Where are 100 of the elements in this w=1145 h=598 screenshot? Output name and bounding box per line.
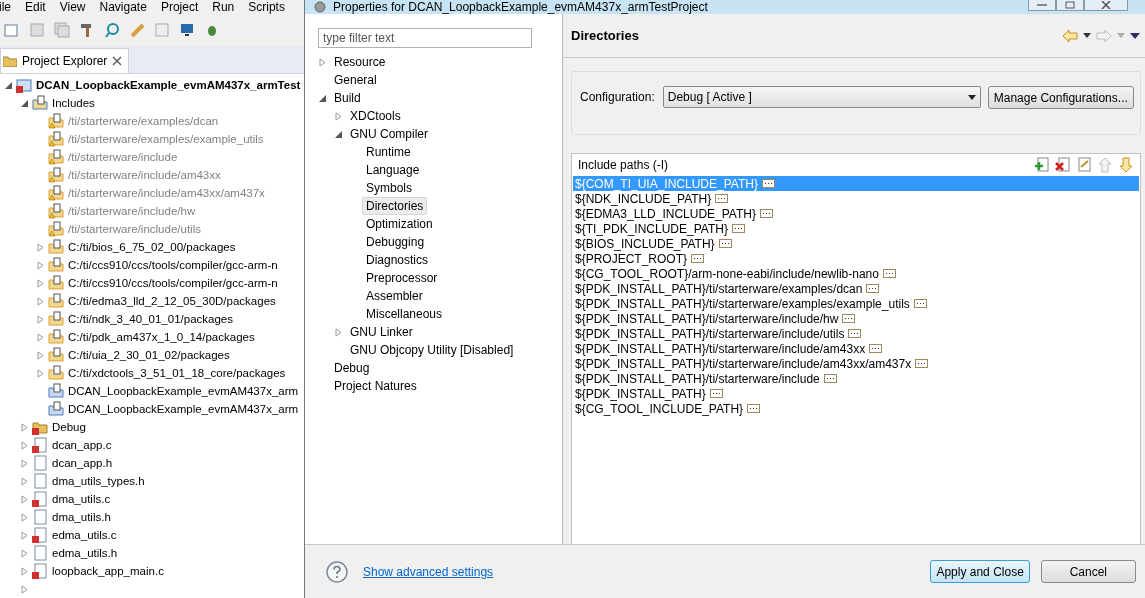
tree-item[interactable]: GNU Objcopy Utility [Disabled]: [346, 341, 518, 359]
include-path-item[interactable]: ${PDK_INSTALL_PATH}/ti/starterware/include/am43xx/am437x: [573, 356, 1139, 371]
tree-item[interactable]: Miscellaneous: [362, 305, 447, 323]
tree-item[interactable]: XDCtools: [346, 107, 405, 125]
apply-and-close-button[interactable]: Apply and Close: [930, 560, 1030, 583]
ellipsis-icon[interactable]: [731, 224, 745, 233]
tree-item[interactable]: /ti/starterware/include: [68, 151, 178, 163]
collapsed-arrow-icon[interactable]: [20, 530, 29, 540]
project-explorer-tab[interactable]: Project Explorer: [0, 48, 130, 73]
tree-item[interactable]: Resource: [330, 53, 390, 71]
tree-item[interactable]: dcan_app.c: [52, 439, 112, 451]
add-icon[interactable]: [1033, 157, 1050, 173]
tree-item[interactable]: edma_utils.c: [52, 529, 117, 541]
tree-item[interactable]: Includes: [52, 97, 95, 109]
tree-item[interactable]: Debug: [330, 359, 374, 377]
ellipsis-icon[interactable]: [915, 359, 929, 368]
ellipsis-icon[interactable]: [869, 344, 883, 353]
include-path-item[interactable]: ${PDK_INSTALL_PATH}/ti/starterware/include/am43xx: [573, 341, 1139, 356]
include-path-item[interactable]: ${EDMA3_LLD_INCLUDE_PATH}: [573, 206, 1139, 221]
ellipsis-icon[interactable]: [882, 269, 896, 278]
include-path-item[interactable]: ${PDK_INSTALL_PATH}/ti/starterware/include: [573, 371, 1139, 386]
collapsed-arrow-icon[interactable]: [36, 296, 45, 306]
delete-icon[interactable]: [1054, 157, 1071, 173]
tree-item[interactable]: Runtime: [362, 143, 415, 161]
menu-item[interactable]: Run: [212, 0, 235, 15]
tree-item[interactable]: C:/ti/bios_6_75_02_00/packages: [68, 241, 236, 253]
ellipsis-icon[interactable]: [718, 239, 732, 248]
ellipsis-icon[interactable]: [747, 404, 761, 413]
tree-item[interactable]: dma_utils.c: [52, 493, 111, 505]
collapsed-arrow-icon[interactable]: [36, 260, 45, 270]
ellipsis-icon[interactable]: [848, 329, 862, 338]
expanded-arrow-icon[interactable]: [4, 80, 13, 90]
tree-item[interactable]: C:/ti/ccs910/ccs/tools/compiler/gcc-arm-n: [68, 259, 278, 271]
tree-item[interactable]: Directories: [362, 197, 428, 215]
collapsed-arrow-icon[interactable]: [20, 512, 29, 522]
collapsed-arrow-icon[interactable]: [36, 314, 45, 324]
collapsed-arrow-icon[interactable]: [334, 111, 343, 121]
ellipsis-icon[interactable]: [866, 284, 880, 293]
monitor-icon[interactable]: [179, 22, 195, 39]
collapsed-arrow-icon[interactable]: [20, 476, 29, 486]
menu-item[interactable]: ile: [0, 0, 11, 15]
collapsed-arrow-icon[interactable]: [20, 566, 29, 576]
ellipsis-icon[interactable]: [842, 314, 856, 323]
cancel-button[interactable]: Cancel: [1040, 560, 1136, 583]
collapsed-arrow-icon[interactable]: [36, 350, 45, 360]
menu-item[interactable]: Scripts: [248, 0, 285, 15]
tree-item[interactable]: Language: [362, 161, 424, 179]
menu-item[interactable]: Edit: [25, 0, 46, 15]
include-path-item[interactable]: ${BIOS_INCLUDE_PATH}: [573, 236, 1139, 251]
collapsed-arrow-icon[interactable]: [20, 494, 29, 504]
move-down-icon[interactable]: [1117, 157, 1134, 173]
tree-item[interactable]: General: [330, 71, 381, 89]
tree-item[interactable]: /ti/starterware/examples/dcan: [68, 115, 219, 127]
dropdown-arrow-icon[interactable]: [967, 94, 976, 100]
tree-item[interactable]: C:/ti/edma3_lld_2_12_05_30D/packages: [68, 295, 276, 307]
menu-item[interactable]: Project: [160, 0, 199, 15]
ellipsis-icon[interactable]: [913, 299, 927, 308]
tree-item[interactable]: GNU Compiler: [346, 125, 432, 143]
ellipsis-icon[interactable]: [691, 254, 705, 263]
tree-item[interactable]: Optimization: [362, 215, 437, 233]
ellipsis-icon[interactable]: [761, 179, 775, 188]
collapsed-arrow-icon[interactable]: [318, 57, 327, 67]
edit-icon[interactable]: [1075, 157, 1092, 173]
close-icon[interactable]: [112, 56, 123, 66]
expanded-arrow-icon[interactable]: [334, 129, 343, 139]
include-path-item[interactable]: ${PDK_INSTALL_PATH}/ti/starterware/examples/dcan: [573, 281, 1139, 296]
tree-item[interactable]: C:/ti/ndk_3_40_01_01/packages: [68, 313, 233, 325]
collapsed-arrow-icon[interactable]: [20, 422, 29, 432]
tree-item[interactable]: dma_utils_types.h: [52, 475, 145, 487]
include-path-item[interactable]: ${PDK_INSTALL_PATH}/ti/starterware/examples/example_utils: [573, 296, 1139, 311]
configuration-dropdown[interactable]: Debug [ Active ]: [662, 86, 981, 108]
show-advanced-settings-link[interactable]: Show advanced settings: [363, 564, 494, 579]
tree-item[interactable]: Assembler: [362, 287, 427, 305]
tree-item[interactable]: Symbols: [362, 179, 416, 197]
tree-item[interactable]: /ti/starterware/include/hw: [68, 205, 196, 217]
collapsed-arrow-icon[interactable]: [20, 584, 29, 594]
tree-item[interactable]: /ti/starterware/examples/example_utils: [68, 133, 264, 145]
include-path-item[interactable]: ${PDK_INSTALL_PATH}/ti/starterware/include/utils: [573, 326, 1139, 341]
tree-item[interactable]: DCAN_LoopbackExample_evmAM437x_arm: [68, 385, 299, 397]
tree-item[interactable]: /ti/starterware/include/am43xx/am437x: [68, 187, 265, 199]
help-icon[interactable]: [326, 560, 348, 583]
menu-item[interactable]: View: [59, 0, 86, 15]
filter-field[interactable]: type filter text: [318, 28, 532, 48]
dropdown-icon[interactable]: [1082, 33, 1091, 38]
include-path-item[interactable]: ${PDK_INSTALL_PATH}/ti/starterware/include/hw: [573, 311, 1139, 326]
tree-item[interactable]: Project Natures: [330, 377, 421, 395]
ellipsis-icon[interactable]: [759, 209, 773, 218]
tree-item[interactable]: dma_utils.h: [52, 511, 111, 523]
include-path-item[interactable]: ${TI_PDK_INCLUDE_PATH}: [573, 221, 1139, 236]
move-up-icon[interactable]: [1096, 157, 1113, 173]
expanded-arrow-icon[interactable]: [20, 98, 29, 108]
tree-item[interactable]: /ti/starterware/include/utils: [68, 223, 201, 235]
new-file-icon[interactable]: [4, 22, 20, 39]
ellipsis-icon[interactable]: [823, 374, 837, 383]
search-icon[interactable]: [104, 22, 120, 39]
tree-item[interactable]: Diagnostics: [362, 251, 433, 269]
include-path-item[interactable]: ${CG_TOOL_ROOT}/arm-none-eabi/include/newlib-nano: [573, 266, 1139, 281]
tree-item[interactable]: C:/ti/ccs910/ccs/tools/compiler/gcc-arm-n: [68, 277, 278, 289]
manage-configurations-button[interactable]: Manage Configurations...: [987, 86, 1134, 109]
collapsed-arrow-icon[interactable]: [36, 368, 45, 378]
